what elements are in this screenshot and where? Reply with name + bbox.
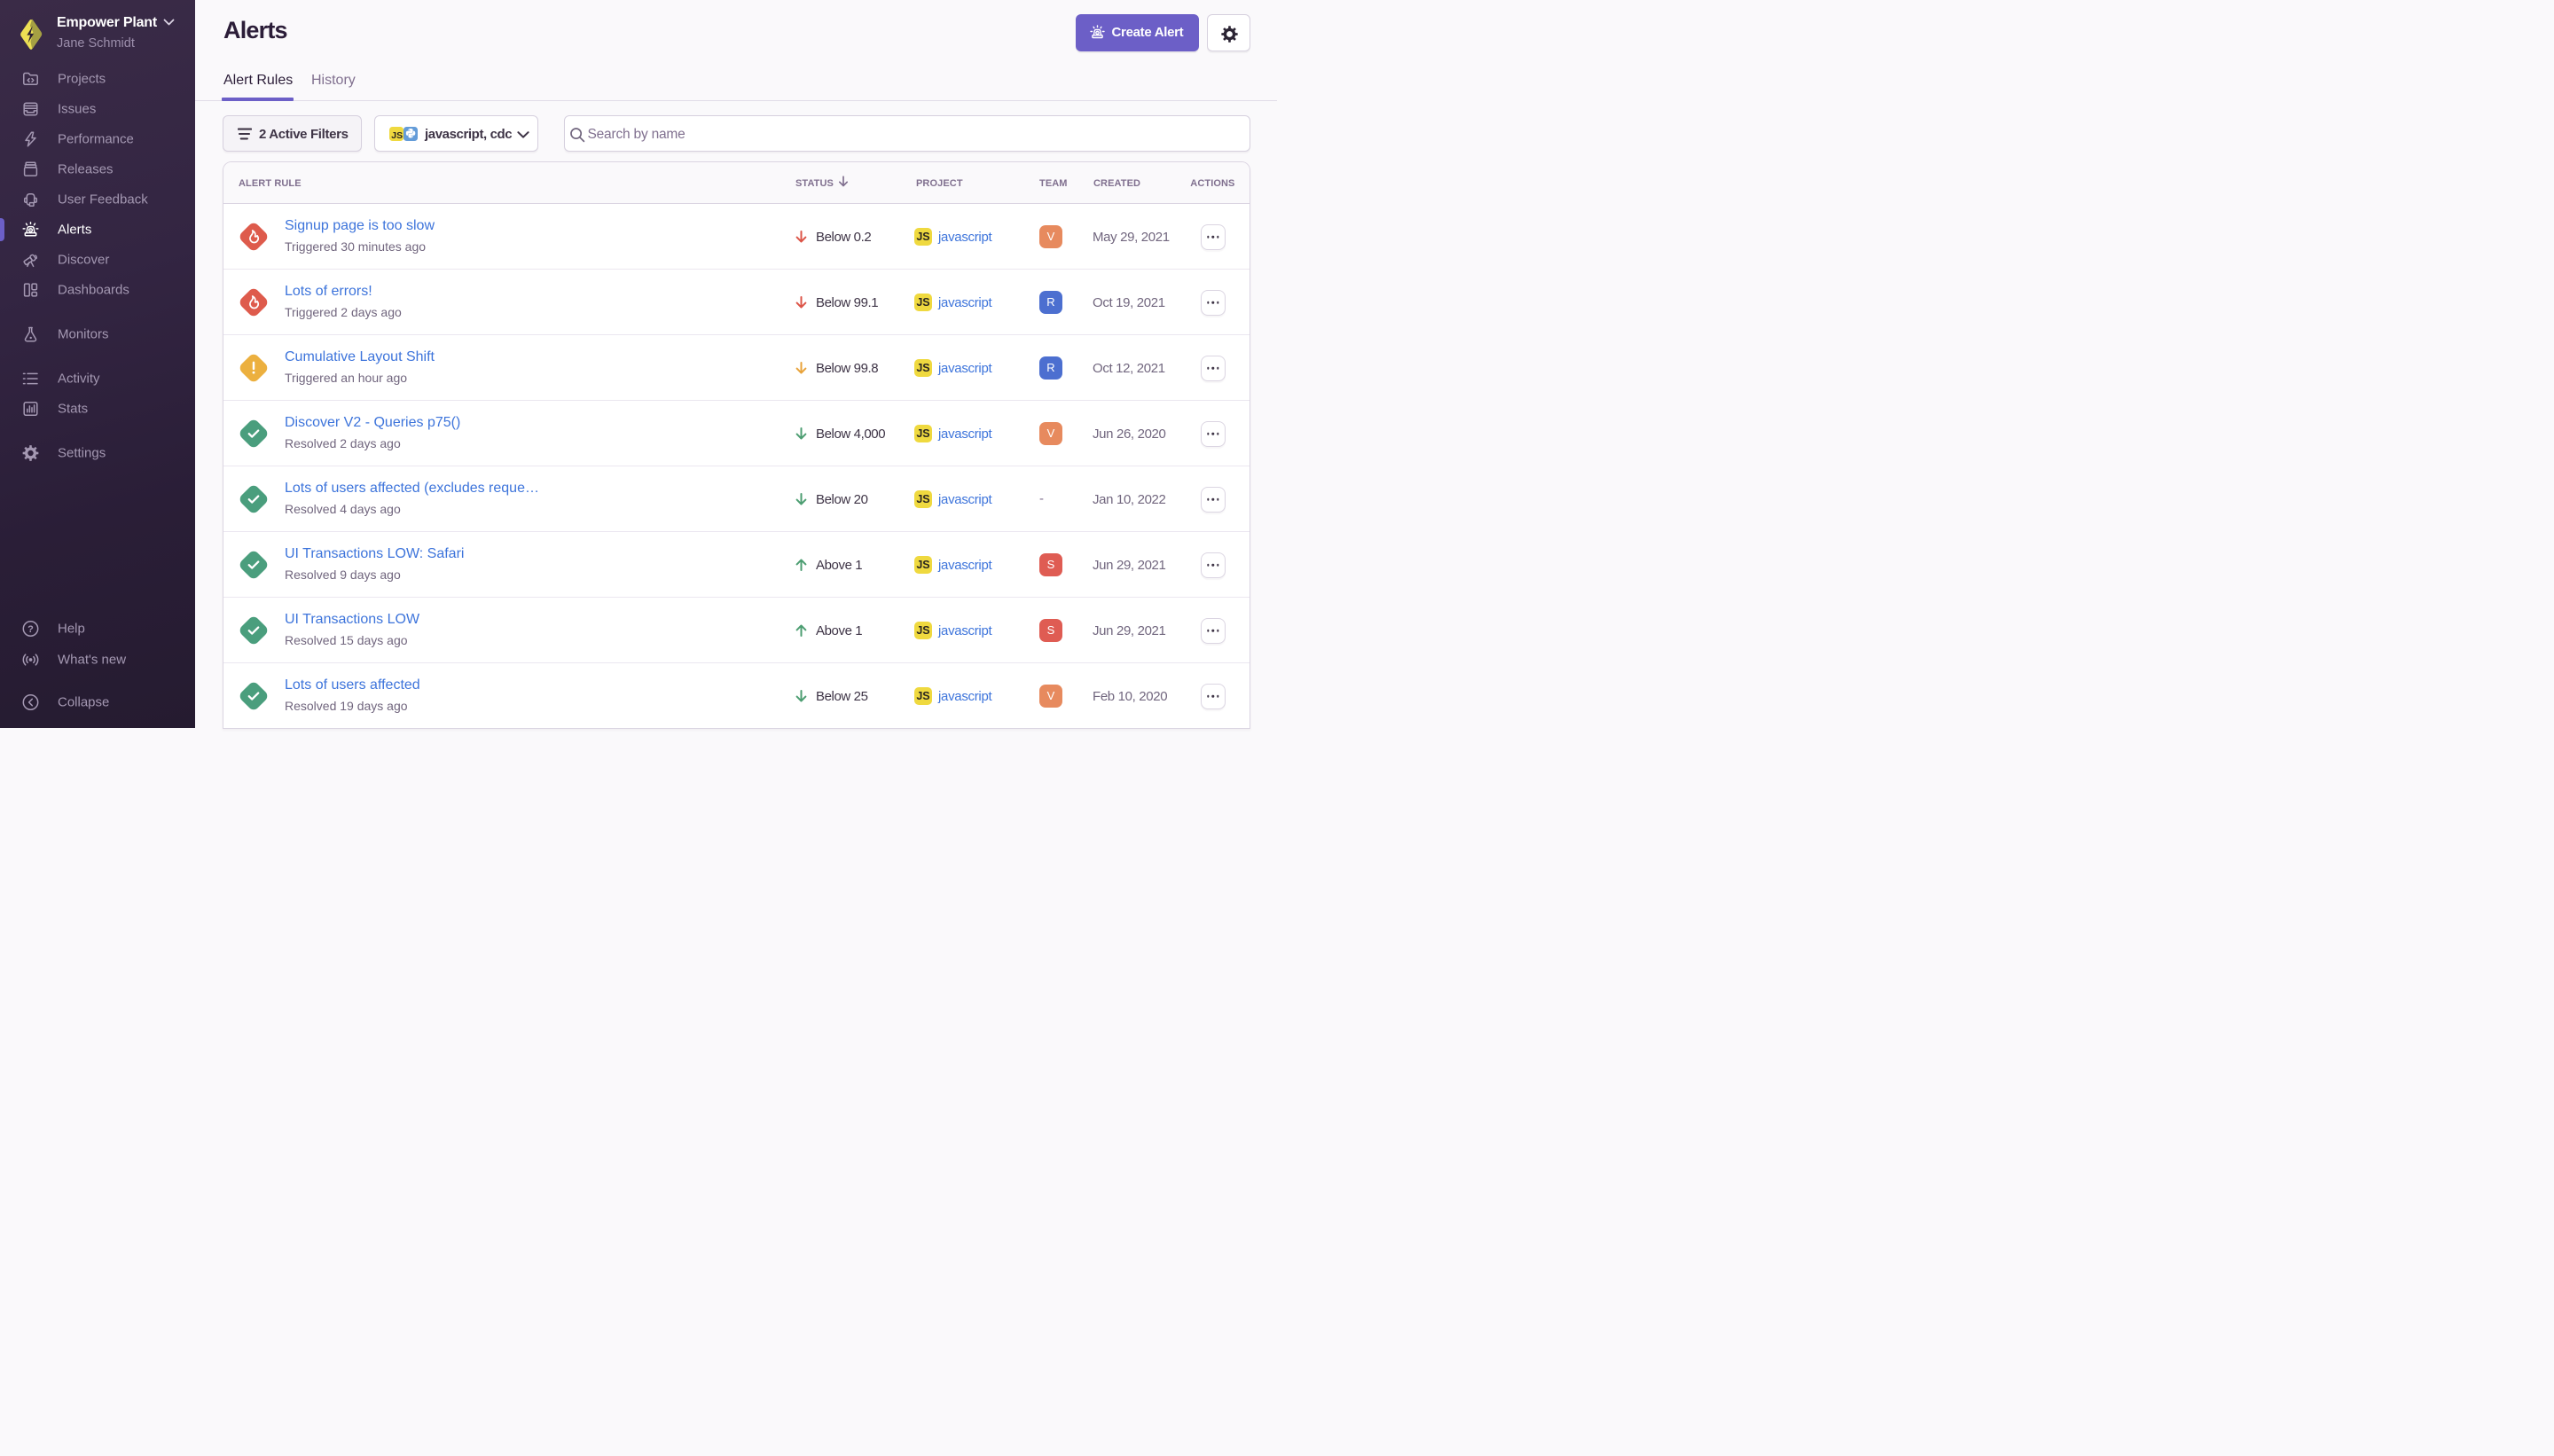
svg-text:JS: JS: [391, 130, 403, 141]
svg-text:?: ?: [27, 624, 34, 635]
